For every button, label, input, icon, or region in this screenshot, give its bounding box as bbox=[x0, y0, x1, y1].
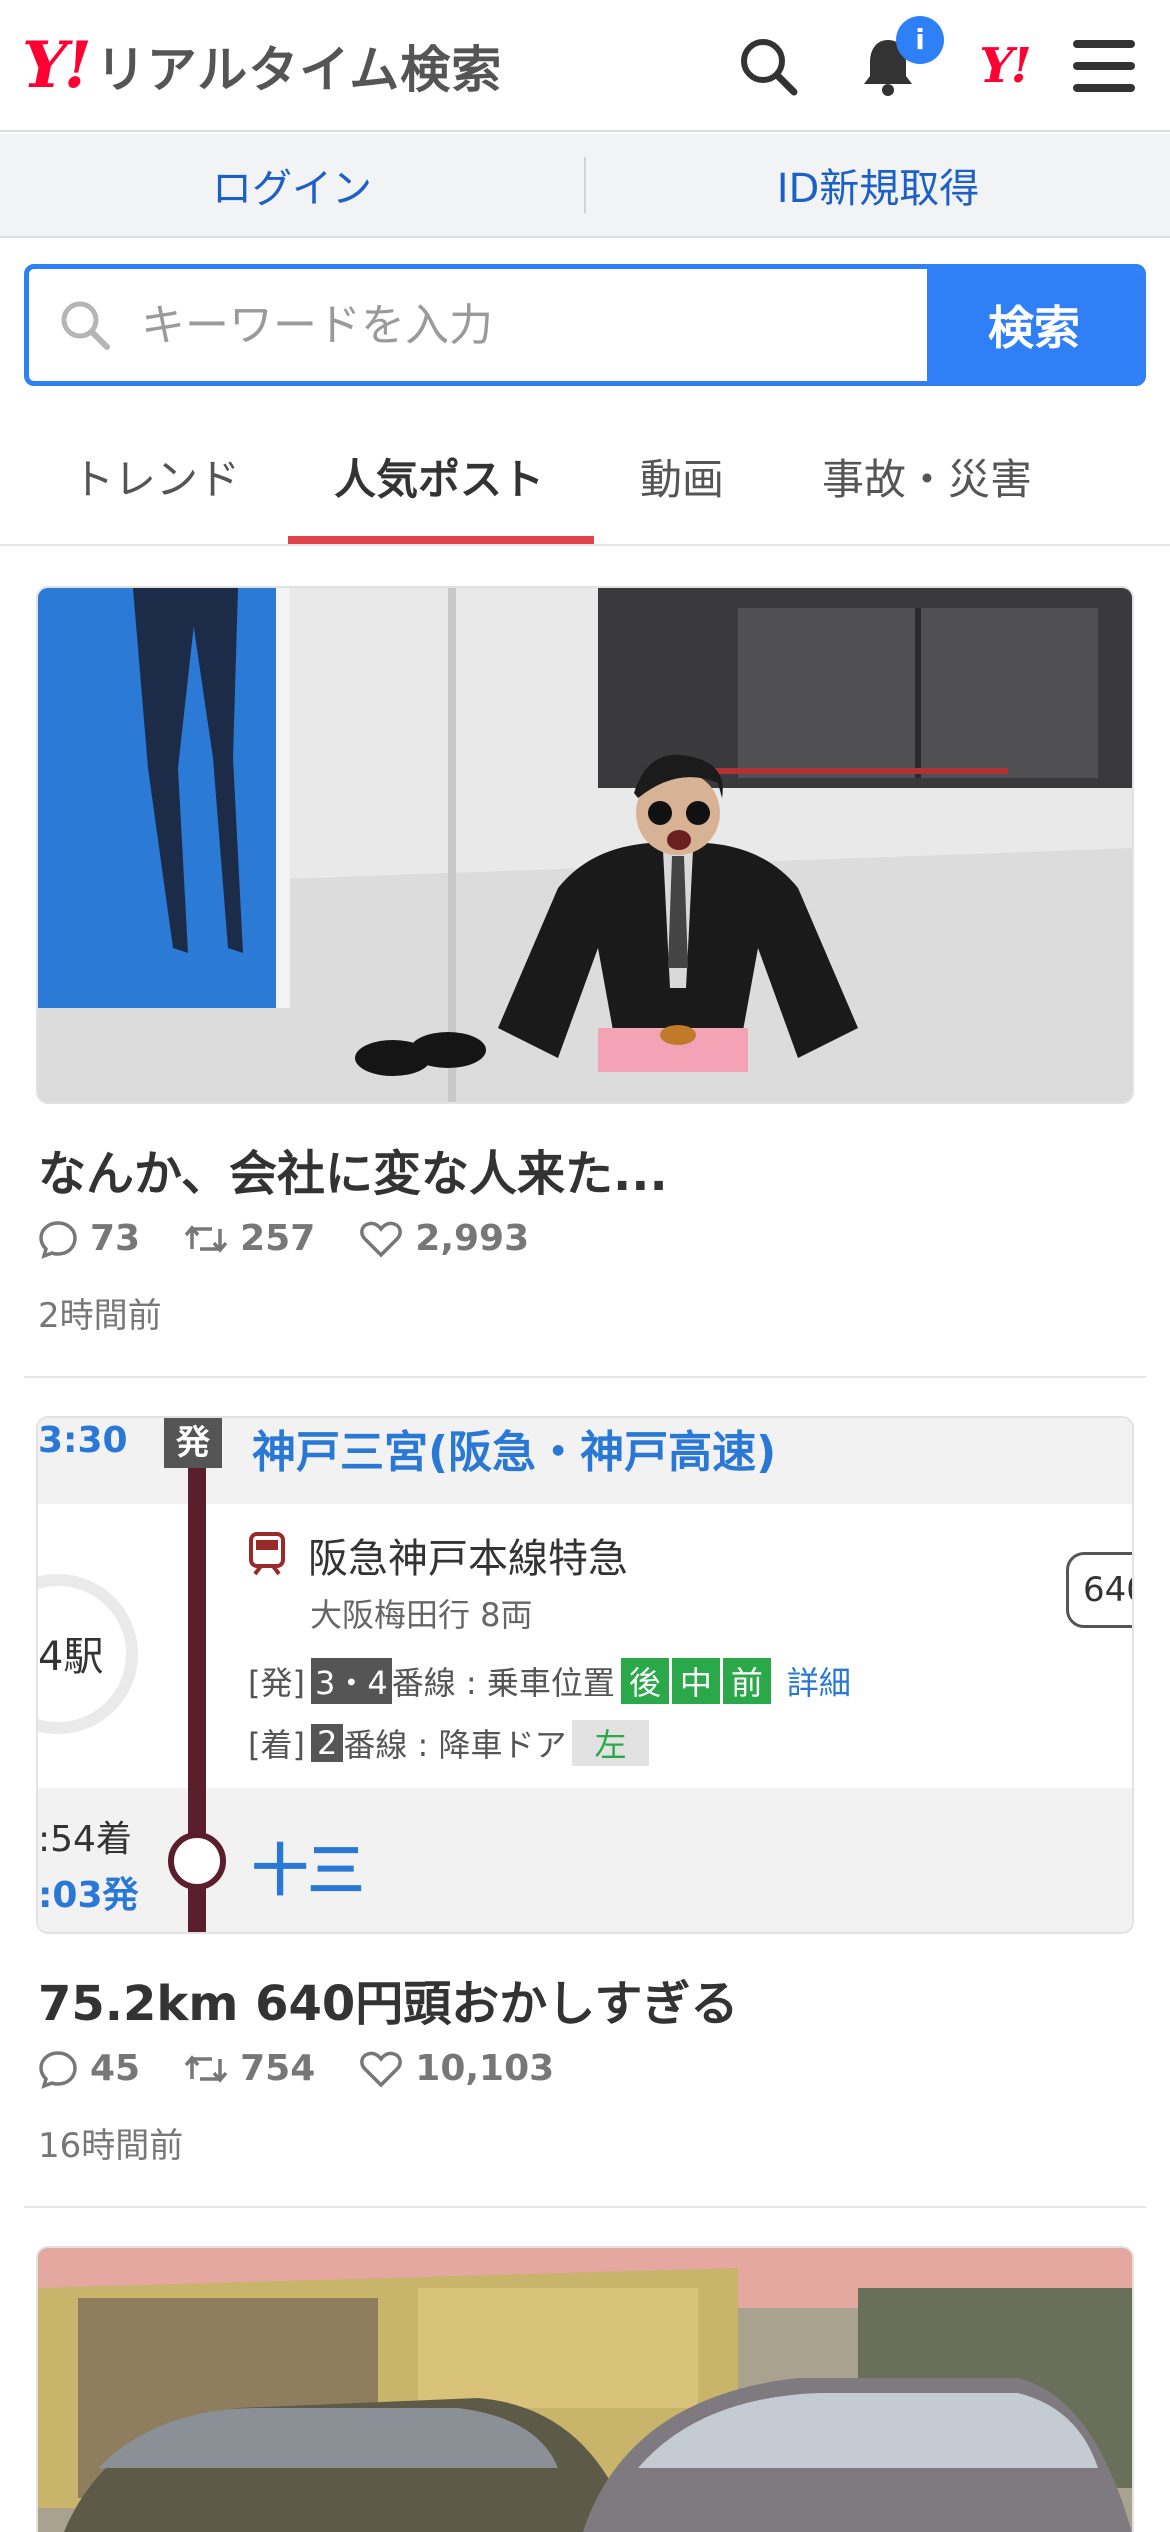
like-stat[interactable]: 10,103 bbox=[359, 2048, 554, 2089]
dep-track-suffix: 番線 : 乗車位置 bbox=[391, 1664, 615, 1702]
post-divider bbox=[24, 2206, 1146, 2208]
arr-track-label: [着] bbox=[248, 1726, 305, 1764]
post-time: 16時間前 bbox=[38, 2126, 184, 2166]
repost-stat[interactable]: 257 bbox=[184, 1218, 315, 1259]
door-side: 左 bbox=[572, 1720, 649, 1766]
repost-count: 754 bbox=[240, 2048, 316, 2089]
notification-badge: i bbox=[896, 16, 944, 64]
hamburger-menu-icon[interactable] bbox=[1068, 30, 1140, 102]
like-count: 2,993 bbox=[415, 1218, 530, 1259]
repost-count: 257 bbox=[240, 1218, 316, 1259]
train-icon bbox=[249, 1532, 285, 1576]
search-input[interactable] bbox=[141, 299, 901, 351]
repost-icon bbox=[184, 1224, 228, 1253]
like-count: 10,103 bbox=[415, 2048, 555, 2089]
fare-badge: 640 bbox=[1066, 1552, 1132, 1628]
position-front: 前 bbox=[722, 1658, 771, 1704]
post-image[interactable]: 発 3:30 神戸三宮(阪急・神戸高速) 阪急神戸本線特急 大阪梅田行 8両 [… bbox=[36, 1416, 1134, 1934]
post-photo-office-man bbox=[38, 588, 1132, 1102]
app-header: Y! リアルタイム検索 i Y! bbox=[0, 0, 1170, 132]
departure-marker: 発 bbox=[164, 1418, 222, 1468]
station-count: 4駅 bbox=[38, 1634, 104, 1680]
detail-link: 詳細 bbox=[786, 1664, 851, 1702]
notification-bell-icon[interactable]: i bbox=[852, 16, 944, 102]
arr-track-number: 2 bbox=[310, 1724, 344, 1762]
post-title[interactable]: 75.2km 640円󠄀頭おかしすぎる bbox=[38, 1964, 738, 2034]
post-stats: 45 754 10,103 bbox=[38, 2048, 598, 2089]
search-button[interactable]: 検索 bbox=[927, 269, 1141, 381]
next-departure: :03発 bbox=[38, 1875, 139, 1916]
search-field-icon bbox=[61, 301, 110, 350]
login-bar: ログイン ID新規取得 bbox=[0, 134, 1170, 238]
reply-icon bbox=[39, 2050, 77, 2089]
yahoo-realtime-logo[interactable]: Y! リアルタイム検索 bbox=[22, 30, 502, 102]
tab-trend[interactable]: トレンド bbox=[72, 446, 240, 507]
post-divider bbox=[24, 1376, 1146, 1378]
arr-track-suffix: 番線 : 降車ドア bbox=[343, 1726, 567, 1764]
post-image[interactable] bbox=[36, 586, 1134, 1104]
reply-stat[interactable]: 73 bbox=[38, 1218, 140, 1259]
reply-icon bbox=[39, 1220, 77, 1259]
logo-text: リアルタイム検索 bbox=[95, 41, 503, 99]
repost-stat[interactable]: 754 bbox=[184, 2048, 315, 2089]
heart-icon bbox=[360, 2051, 403, 2087]
search-box: 検索 bbox=[24, 264, 1146, 386]
post-photo-cars bbox=[38, 2248, 1132, 2532]
position-middle: 中 bbox=[671, 1658, 720, 1704]
active-tab-indicator bbox=[288, 536, 594, 544]
dep-track-label: [発] bbox=[248, 1664, 305, 1702]
reply-stat[interactable]: 45 bbox=[38, 2048, 140, 2089]
line-name: 阪急神戸本線特急 bbox=[308, 1536, 628, 1582]
like-stat[interactable]: 2,993 bbox=[359, 1218, 529, 1259]
search-field[interactable] bbox=[29, 269, 927, 381]
category-tabs: トレンド 人気ポスト 動画 事故・災害 bbox=[0, 410, 1170, 546]
heart-icon bbox=[360, 1221, 403, 1257]
reply-count: 45 bbox=[90, 2048, 141, 2089]
position-rear: 後 bbox=[620, 1658, 669, 1704]
post-screenshot-route: 発 3:30 神戸三宮(阪急・神戸高速) 阪急神戸本線特急 大阪梅田行 8両 [… bbox=[38, 1418, 1132, 1932]
yahoo-japan-icon[interactable]: Y! bbox=[968, 30, 1040, 102]
search-icon[interactable] bbox=[732, 30, 804, 102]
arrival-station: 十三 bbox=[252, 1839, 364, 1904]
arrival-time: :54着 bbox=[38, 1819, 132, 1860]
register-link[interactable]: ID新規取得 bbox=[586, 156, 1170, 214]
post-image[interactable] bbox=[36, 2246, 1134, 2532]
line-destination: 大阪梅田行 8両 bbox=[310, 1596, 533, 1634]
login-link[interactable]: ログイン bbox=[0, 156, 584, 214]
post-title[interactable]: なんか、会社に変な人来た... bbox=[38, 1134, 668, 1204]
yahoo-japan-mark: Y! bbox=[979, 38, 1031, 94]
logo-mark: Y! bbox=[22, 28, 92, 103]
departure-station: 神戸三宮(阪急・神戸高速) bbox=[252, 1427, 777, 1478]
repost-icon bbox=[184, 2054, 228, 2083]
tab-video[interactable]: 動画 bbox=[640, 446, 724, 507]
departure-time: 3:30 bbox=[38, 1420, 128, 1461]
post-stats: 73 257 2,993 bbox=[38, 1218, 573, 1259]
reply-count: 73 bbox=[90, 1218, 141, 1259]
dep-track-number: 3・4 bbox=[310, 1658, 392, 1704]
tab-accident-disaster[interactable]: 事故・災害 bbox=[822, 446, 1032, 507]
tab-popular-posts[interactable]: 人気ポスト bbox=[334, 446, 544, 507]
post-time: 2時間前 bbox=[38, 1296, 162, 1336]
